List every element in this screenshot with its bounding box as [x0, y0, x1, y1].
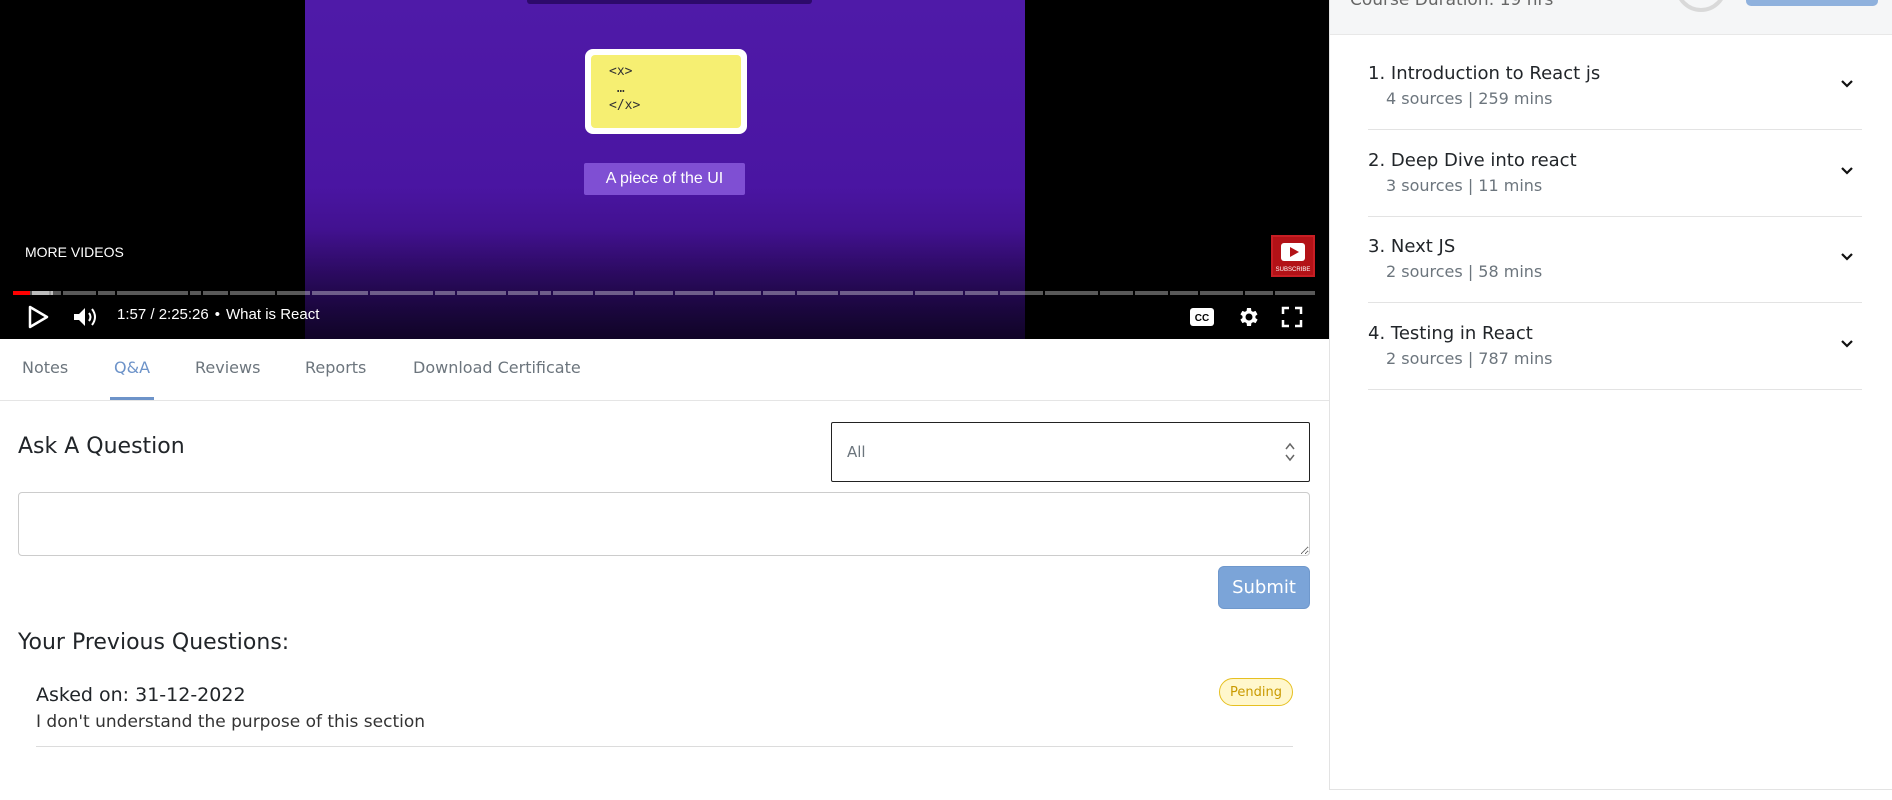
progress-played — [13, 291, 30, 295]
header-action-button[interactable] — [1746, 0, 1878, 6]
subscribe-label: SUBSCRIBE — [1275, 267, 1311, 273]
chapter-segment — [797, 291, 838, 295]
tab-notes[interactable]: Notes — [22, 339, 68, 400]
chapter-segment — [1000, 291, 1043, 295]
chapter-segment — [635, 291, 673, 295]
chapter-segment — [63, 291, 96, 295]
chapter-segment — [553, 291, 593, 295]
chapter-segment — [277, 291, 310, 295]
select-arrows-icon — [1285, 442, 1295, 462]
section-meta: 2 sources | 58 mins — [1386, 262, 1543, 281]
tab-download-certificate[interactable]: Download Certificate — [413, 339, 581, 400]
sidebar-section-deep-dive[interactable]: 2. Deep Dive into react 3 sources | 11 m… — [1368, 130, 1862, 217]
chapter-segment — [230, 291, 275, 295]
captions-button[interactable]: CC — [1188, 303, 1216, 331]
video-player[interactable]: <x> … </x> A piece of the UI MORE VIDEOS… — [0, 0, 1329, 339]
course-duration: Course Duration: 19 hrs — [1350, 0, 1554, 10]
slide-top-bar — [527, 0, 812, 4]
section-meta: 3 sources | 11 mins — [1386, 176, 1543, 195]
volume-icon — [74, 308, 96, 326]
fullscreen-button[interactable] — [1278, 303, 1306, 331]
chapter-segment — [508, 291, 538, 295]
chapter-segment — [715, 291, 761, 295]
section-title: 3. Next JS — [1368, 236, 1456, 257]
chevron-down-icon — [1841, 167, 1853, 175]
question-date: Asked on: 31-12-2022 — [36, 684, 246, 706]
chevron-down-icon — [1841, 80, 1853, 88]
chapter-segment — [763, 291, 795, 295]
chapter-title[interactable]: What is React — [226, 306, 319, 323]
youtube-logo-icon — [1281, 243, 1305, 261]
settings-button[interactable] — [1234, 303, 1262, 331]
tab-reports[interactable]: Reports — [305, 339, 366, 400]
course-tabs: Notes Q&A Reviews Reports Download Certi… — [0, 339, 1329, 401]
filter-selected-value: All — [847, 443, 866, 461]
chapter-segment — [1100, 291, 1133, 295]
chapter-segment — [1045, 291, 1098, 295]
slide-code-text: <x> … </x> — [591, 55, 741, 128]
chapter-segment — [435, 291, 455, 295]
chapter-segment — [98, 291, 115, 295]
section-title: 2. Deep Dive into react — [1368, 150, 1577, 171]
ask-question-title: Ask A Question — [18, 434, 185, 459]
chapter-segment — [312, 291, 368, 295]
chevron-down-icon — [1841, 253, 1853, 261]
tab-reviews[interactable]: Reviews — [195, 339, 260, 400]
video-progress-bar[interactable] — [13, 291, 1315, 295]
sidebar-section-next-js[interactable]: 3. Next JS 2 sources | 58 mins — [1368, 216, 1862, 303]
chapter-segment — [203, 291, 228, 295]
previous-questions-title: Your Previous Questions: — [18, 630, 290, 655]
question-list-item: Asked on: 31-12-2022 I don't understand … — [36, 678, 1293, 747]
chapter-segment — [1200, 291, 1243, 295]
course-sidebar: Course Duration: 19 hrs 1. Introduction … — [1329, 0, 1892, 790]
section-title: 1. Introduction to React js — [1368, 63, 1601, 84]
chapter-segment — [915, 291, 963, 295]
sidebar-section-intro-react[interactable]: 1. Introduction to React js 4 sources | … — [1368, 43, 1862, 130]
subscribe-button[interactable]: SUBSCRIBE — [1271, 235, 1315, 277]
chapter-segment — [840, 291, 913, 295]
tab-qa[interactable]: Q&A — [114, 339, 150, 400]
progress-loaded — [32, 291, 53, 295]
current-time: 1:57 / 2:25:26 — [117, 306, 209, 323]
sidebar-header: Course Duration: 19 hrs — [1330, 0, 1892, 35]
course-progress-ring — [1675, 0, 1727, 12]
slide-code-box: <x> … </x> — [585, 49, 747, 134]
section-meta: 2 sources | 787 mins — [1386, 349, 1553, 368]
chapter-segment — [1275, 291, 1315, 295]
chapter-segment — [965, 291, 998, 295]
chapter-segment — [595, 291, 633, 295]
chevron-down-icon — [1841, 340, 1853, 348]
sidebar-section-testing-react[interactable]: 4. Testing in React 2 sources | 787 mins — [1368, 303, 1862, 390]
chapter-segment — [675, 291, 713, 295]
chapter-segment — [1170, 291, 1198, 295]
active-tab-indicator — [110, 397, 154, 400]
chapter-segment — [457, 291, 506, 295]
chapter-segment — [1135, 291, 1168, 295]
section-meta: 4 sources | 259 mins — [1386, 89, 1553, 108]
status-badge: Pending — [1219, 678, 1293, 706]
chapter-segment — [540, 291, 551, 295]
question-input[interactable] — [18, 492, 1310, 556]
section-title: 4. Testing in React — [1368, 323, 1533, 344]
submit-button[interactable]: Submit — [1218, 566, 1310, 609]
more-videos-button[interactable]: MORE VIDEOS — [25, 244, 124, 260]
fullscreen-icon — [1281, 306, 1303, 328]
play-button[interactable] — [24, 303, 52, 331]
gear-icon — [1240, 308, 1258, 326]
slide-label: A piece of the UI — [584, 163, 745, 195]
video-time: 1:57 / 2:25:26 • What is React — [117, 306, 320, 323]
closed-captions-icon: CC — [1190, 308, 1214, 326]
question-filter-select[interactable]: All — [831, 422, 1310, 482]
chapter-segment — [190, 291, 201, 295]
chapter-segment — [1245, 291, 1273, 295]
question-text: I don't understand the purpose of this s… — [36, 712, 426, 732]
play-icon — [28, 305, 49, 329]
chapter-segment — [117, 291, 188, 295]
svg-text:CC: CC — [1195, 313, 1209, 324]
volume-button[interactable] — [72, 303, 100, 331]
chapter-segment — [370, 291, 433, 295]
